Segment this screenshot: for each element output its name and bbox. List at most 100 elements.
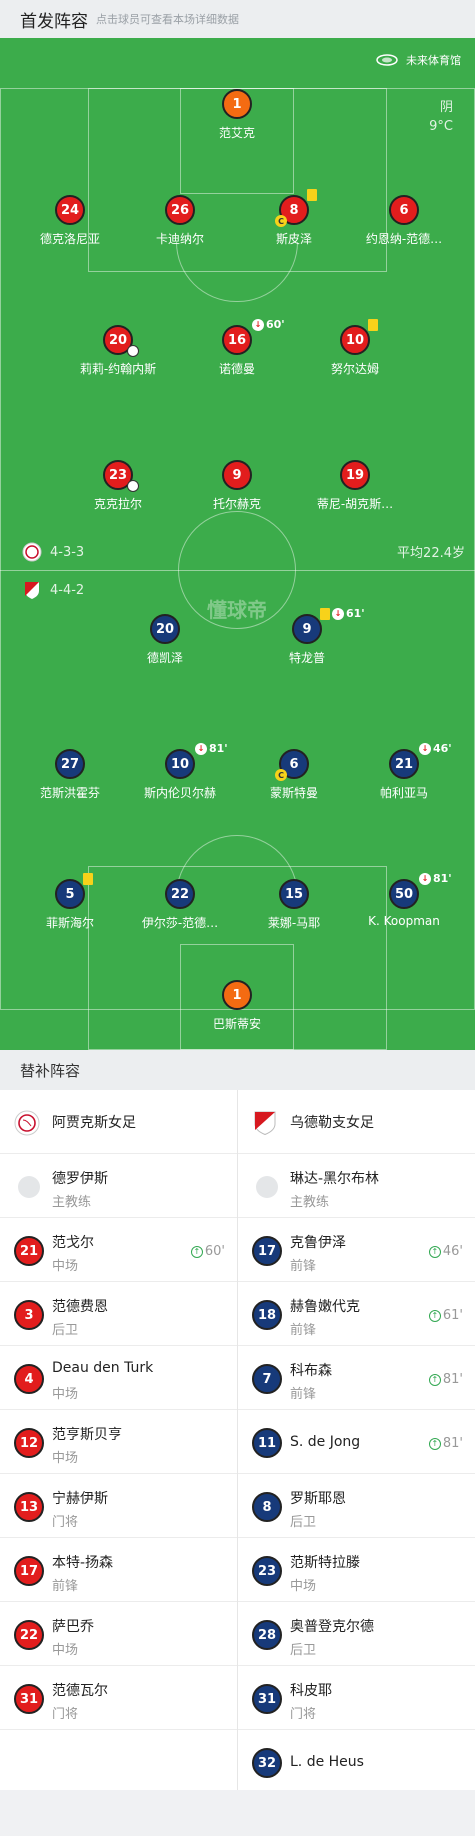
- player-number-badge: 8C: [275, 189, 317, 227]
- sub-out-icon: ↓: [332, 607, 344, 620]
- away-player[interactable]: 1 巴斯蒂安: [177, 980, 297, 1032]
- player-number-badge: 22: [165, 879, 195, 909]
- bench-player-row[interactable]: 4 Deau den Turk 中场: [0, 1346, 237, 1410]
- away-player[interactable]: 27 范斯洪霍芬: [10, 749, 130, 801]
- away-team-row[interactable]: 乌德勒支女足: [238, 1090, 475, 1154]
- substitution-out: ↓ 81': [419, 872, 452, 885]
- home-team-row[interactable]: 阿贾克斯女足: [0, 1090, 237, 1154]
- bench-player-row[interactable]: 31 科皮耶 门将: [238, 1666, 475, 1730]
- bench-player-row[interactable]: 23 范斯特拉滕 中场: [238, 1538, 475, 1602]
- utrecht-logo-icon: [25, 582, 39, 599]
- pitch: 未来体育馆 阴 9°C 懂球帝 4-3-3 平均22.4岁 4-4-2 1 范艾克…: [0, 38, 475, 1050]
- player-number: 10: [170, 756, 190, 772]
- sub-out-minute: 46': [433, 742, 452, 755]
- bench-player-row[interactable]: 13 宁赫伊斯 门将: [0, 1474, 237, 1538]
- away-player[interactable]: 6 C 蒙斯特曼: [234, 749, 354, 801]
- bench-section-title: 替补阵容: [0, 1050, 475, 1090]
- away-player[interactable]: 22 伊尔莎-范德…: [120, 879, 240, 931]
- player-name: 斯皮泽: [275, 232, 312, 246]
- sub-in-icon: ↑: [428, 1309, 441, 1322]
- player-number-badge: 24: [55, 195, 85, 225]
- bench-player-name: 萨巴乔: [52, 1619, 94, 1635]
- home-player[interactable]: 24 德克洛尼亚: [10, 195, 130, 247]
- bench-player-position: 后卫: [290, 1643, 317, 1658]
- home-player[interactable]: 19 蒂尼-胡克斯…: [295, 460, 415, 512]
- away-player[interactable]: 9 ↓ 61' 特龙普: [247, 607, 367, 666]
- lineup-title: 首发阵容: [20, 11, 88, 32]
- bench-player-row[interactable]: 31 范德瓦尔 门将: [0, 1666, 237, 1730]
- bench-player-position: 中场: [290, 1579, 317, 1594]
- player-name: 莱娜-马耶: [267, 916, 321, 930]
- player-number: 1: [232, 96, 242, 112]
- away-player[interactable]: 50 ↓ 81' K. Koopman: [344, 872, 464, 928]
- bench-number-badge: 4: [14, 1364, 44, 1394]
- player-number: 16: [227, 332, 247, 348]
- away-player[interactable]: 10 ↓ 81' 斯内伦贝尔赫: [120, 742, 240, 801]
- sub-in-minute: 81': [442, 1436, 463, 1451]
- bench-player-row[interactable]: 11 S. de Jong ↑ 81': [238, 1410, 475, 1474]
- home-player[interactable]: 6 约恩纳-范德…: [344, 195, 464, 247]
- bench-player-row[interactable]: 22 萨巴乔中场: [0, 1602, 237, 1666]
- bench-player-position: 后卫: [52, 1323, 79, 1338]
- stadium-icon: [376, 54, 398, 66]
- player-number-badge: 16 ↓ 60': [222, 318, 285, 355]
- home-player[interactable]: 20 莉莉-约翰内斯: [58, 325, 178, 377]
- home-player[interactable]: 23 克克拉尔: [58, 460, 178, 512]
- player-number-badge: 9 ↓ 61': [292, 607, 365, 644]
- bench-player-position: 中场: [52, 1643, 79, 1658]
- lineup-subtitle: 点击球员可查看本场详细数据: [96, 13, 239, 26]
- home-player[interactable]: 1 范艾克: [177, 89, 297, 141]
- player-name: 卡迪纳尔: [155, 232, 204, 246]
- player-number: 27: [60, 756, 80, 772]
- sub-in-icon: ↑: [428, 1437, 441, 1450]
- lineup-header: 首发阵容 点击球员可查看本场详细数据: [0, 0, 475, 38]
- player-number: 50: [394, 886, 414, 902]
- home-player[interactable]: 26 卡迪纳尔: [120, 195, 240, 247]
- bench-player-position: 前锋: [290, 1387, 317, 1402]
- bench-number-badge: 11: [252, 1428, 282, 1458]
- bench-player-row[interactable]: 3 范德费恩 后卫: [0, 1282, 237, 1346]
- bench-player-row[interactable]: 18 赫鲁嫩代克 前锋 ↑ 61': [238, 1282, 475, 1346]
- sub-out-icon: ↓: [252, 318, 264, 331]
- bench-player-row[interactable]: 17 本特-扬森 前锋: [0, 1538, 237, 1602]
- bench-player-name: Deau den Turk: [52, 1360, 154, 1376]
- bench-player-row[interactable]: 32 L. de Heus: [238, 1730, 475, 1794]
- bench-number-badge: 31: [14, 1684, 44, 1714]
- sub-out-minute: 61': [346, 607, 365, 620]
- player-name: 克克拉尔: [93, 497, 142, 511]
- bench-player-row[interactable]: 12 范亨斯贝亨 中场: [0, 1410, 237, 1474]
- away-team-name: 乌德勒支女足: [290, 1115, 374, 1131]
- away-coach-row: 琳达-黑尔布林 主教练: [238, 1154, 475, 1218]
- player-name: 莉莉-约翰内斯: [79, 362, 157, 376]
- player-number-badge: 6C: [275, 749, 309, 781]
- bench-number-badge: 22: [14, 1620, 44, 1650]
- sub-in-icon: ↑: [428, 1373, 441, 1386]
- bench-number-badge: 18: [252, 1300, 282, 1330]
- bench-player-name: 奥普登克尔德: [290, 1619, 374, 1635]
- bench-player-position: 前锋: [52, 1579, 79, 1594]
- player-name: 特龙普: [288, 651, 325, 665]
- bench-player-row[interactable]: 17 克鲁伊泽 前锋 ↑ 46': [238, 1218, 475, 1282]
- home-player[interactable]: 8 C 斯皮泽: [234, 189, 354, 247]
- home-player[interactable]: 16 ↓ 60' 诺德曼: [177, 318, 297, 377]
- bench-player-row[interactable]: 28 奥普登克尔德 后卫: [238, 1602, 475, 1666]
- bench-player-name: 范斯特拉滕: [290, 1555, 360, 1571]
- bench-player-name: 范亨斯贝亨: [52, 1427, 122, 1443]
- captain-icon: C: [275, 215, 287, 227]
- bench-number-badge: 7: [252, 1364, 282, 1394]
- sub-in-info: ↑ 60': [190, 1244, 225, 1259]
- bench-player-row[interactable]: 8 罗斯耶恩 后卫: [238, 1474, 475, 1538]
- away-player[interactable]: 20 德凯泽: [105, 614, 225, 666]
- bench-player-row[interactable]: 7 科布森 前锋 ↑ 81': [238, 1346, 475, 1410]
- home-player[interactable]: 9 托尔赫克: [177, 460, 297, 512]
- player-number-badge: 6: [389, 195, 419, 225]
- home-player[interactable]: 10 努尔达姆: [295, 319, 415, 377]
- captain-icon: C: [275, 769, 287, 781]
- bench-player-position: 中场: [52, 1259, 79, 1274]
- away-player[interactable]: 15 莱娜-马耶: [234, 879, 354, 931]
- away-player[interactable]: 5 菲斯海尔: [10, 873, 130, 931]
- bench-player-row[interactable]: 21 范戈尔 中场 ↑ 60': [0, 1218, 237, 1282]
- away-player[interactable]: 21 ↓ 46' 帕利亚马: [344, 742, 464, 801]
- sub-out-minute: 81': [209, 742, 228, 755]
- player-number: 9: [232, 467, 242, 483]
